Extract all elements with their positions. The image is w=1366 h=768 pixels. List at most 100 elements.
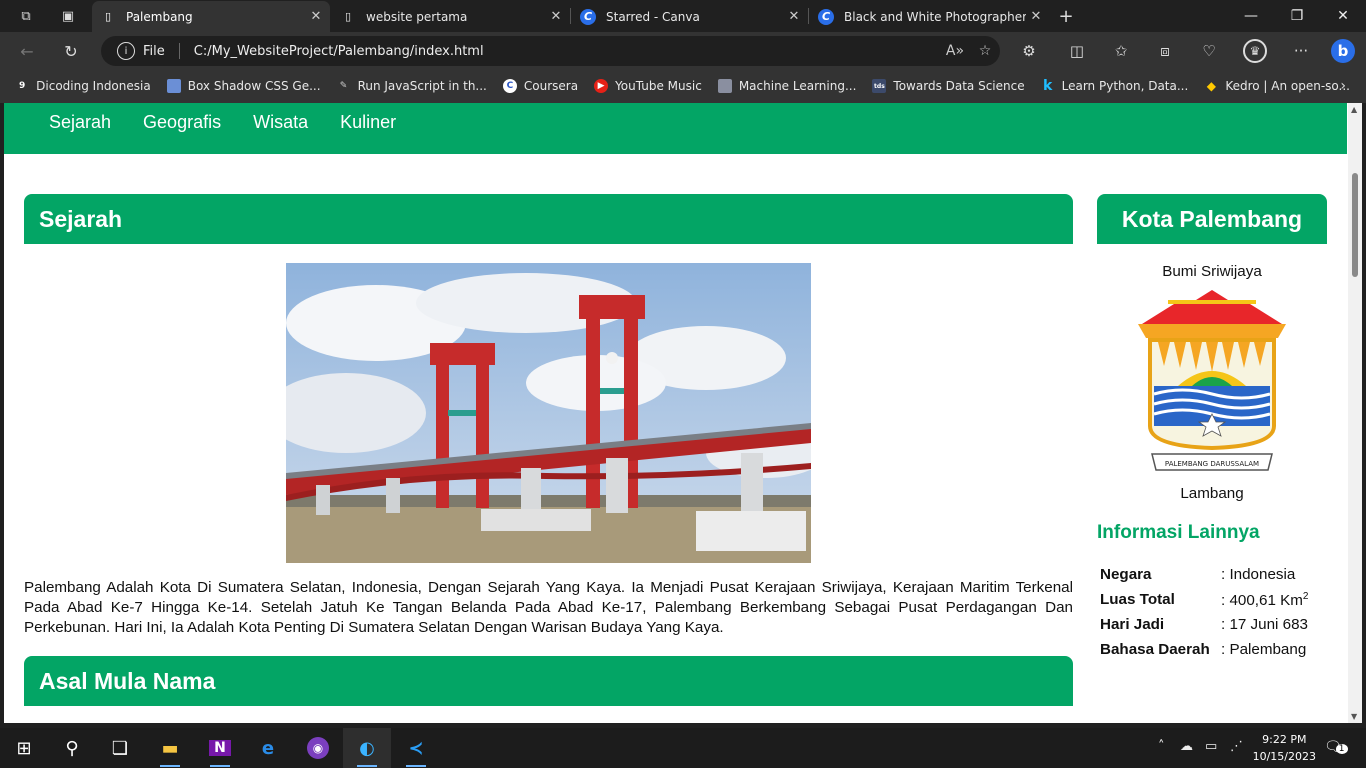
collections-icon[interactable]: ⧈: [1153, 39, 1177, 63]
bookmark-label: Coursera: [523, 79, 579, 93]
close-tab-icon[interactable]: ✕: [784, 9, 804, 24]
site-navbar: Sejarah Geografis Wisata Kuliner: [4, 103, 1347, 154]
bookmark-item[interactable]: tds Towards Data Science: [872, 79, 1025, 93]
info-value: : Indonesia: [1221, 566, 1296, 583]
favorite-star-icon[interactable]: ☆: [970, 43, 1000, 59]
bookmarks-bar: 9 Dicoding Indonesia Box Shadow CSS Ge...…: [0, 69, 1366, 103]
browser-essentials-icon[interactable]: ♡: [1197, 39, 1221, 63]
page-icon: ▯: [104, 10, 112, 23]
onenote-icon[interactable]: N: [196, 728, 244, 768]
emblem-caption: Lambang: [1180, 485, 1244, 502]
runjs-icon: ✎: [339, 81, 348, 91]
more-options-icon[interactable]: ···: [1289, 39, 1313, 63]
tab-starred-canva[interactable]: C Starred - Canva ✕: [572, 1, 808, 32]
nav-link-kuliner[interactable]: Kuliner: [340, 112, 396, 133]
bookmark-item[interactable]: C Coursera: [502, 79, 579, 93]
bookmark-item[interactable]: k Learn Python, Data...: [1041, 78, 1188, 94]
canva-icon: C: [580, 8, 596, 25]
tds-icon: tds: [872, 79, 887, 93]
tab-palembang[interactable]: ▯ Palembang ✕: [92, 1, 330, 32]
minimize-button[interactable]: —: [1228, 0, 1274, 32]
info-value: : 400,61 Km2: [1221, 591, 1309, 610]
github-desktop-icon[interactable]: ◉: [294, 728, 342, 768]
section-heading-sejarah: Sejarah: [24, 194, 1073, 244]
bookmark-item[interactable]: 9 Dicoding Indonesia: [15, 79, 151, 93]
start-windows-icon[interactable]: ⊞: [0, 728, 48, 768]
info-value: : Palembang: [1221, 641, 1307, 658]
page-icon: ▯: [344, 10, 352, 23]
vscode-icon[interactable]: ≺: [392, 728, 440, 768]
search-icon[interactable]: ⚲: [48, 728, 96, 768]
workspaces-icon[interactable]: ⧉: [16, 6, 36, 26]
sidebar-heading: Kota Palembang: [1097, 194, 1327, 244]
bookmark-box-icon: [166, 79, 181, 93]
nav-link-sejarah[interactable]: Sejarah: [49, 112, 111, 133]
read-aloud-icon[interactable]: A»: [940, 43, 970, 59]
file-explorer-icon[interactable]: ▬: [146, 728, 194, 768]
notifications-icon[interactable]: 🗨1: [1324, 739, 1348, 755]
favorites-icon[interactable]: ✩: [1109, 39, 1133, 63]
tab-title: Palembang: [126, 9, 193, 24]
task-view-icon[interactable]: ❏: [96, 728, 144, 768]
section-heading-asal-mula-nama: Asal Mula Nama: [24, 656, 1073, 706]
browser-chrome: ⧉ ▣ ▯ Palembang ✕ ▯ website pertama ✕ C …: [0, 0, 1366, 103]
bookmark-label: Box Shadow CSS Ge...: [187, 79, 321, 93]
bookmark-label: Towards Data Science: [893, 79, 1025, 93]
page-scrollbar[interactable]: ▲ ▼: [1348, 103, 1362, 723]
bookmark-item[interactable]: ▶ YouTube Music: [594, 79, 702, 93]
tab-black-white-photographer[interactable]: C Black and White Photographer P ✕: [810, 1, 1050, 32]
show-hidden-icons-icon[interactable]: ˄: [1158, 739, 1165, 754]
tab-title: website pertama: [366, 9, 468, 24]
back-icon[interactable]: ←: [16, 40, 38, 62]
bookmark-item[interactable]: Machine Learning...: [717, 79, 856, 93]
tab-title: Black and White Photographer P: [844, 9, 1026, 24]
refresh-icon[interactable]: ↻: [60, 40, 82, 62]
extensions-icon[interactable]: ⚙: [1017, 39, 1041, 63]
tab-website-pertama[interactable]: ▯ website pertama ✕: [332, 1, 570, 32]
restore-button[interactable]: ❐: [1274, 0, 1320, 32]
onedrive-icon[interactable]: ☁: [1180, 739, 1193, 754]
wifi-icon[interactable]: ⋰: [1230, 739, 1243, 754]
dicoding-icon: 9: [19, 81, 26, 91]
close-tab-icon[interactable]: ✕: [1026, 9, 1046, 24]
nav-link-wisata[interactable]: Wisata: [253, 112, 308, 133]
edge-browser-icon[interactable]: ◐: [343, 728, 391, 768]
edge-legacy-icon[interactable]: e: [244, 728, 292, 768]
info-key: Luas Total: [1100, 591, 1175, 608]
kaggle-icon: k: [1042, 78, 1053, 94]
scrollbar-thumb[interactable]: [1352, 173, 1358, 277]
sidebar-kota-palembang: Kota Palembang Bumi Sriwijaya PALEMBANG …: [1097, 194, 1327, 665]
clock[interactable]: 9:22 PM 10/15/2023: [1253, 731, 1316, 765]
close-window-button[interactable]: ✕: [1320, 0, 1366, 32]
battery-icon[interactable]: ▭: [1205, 739, 1217, 754]
bookmark-item[interactable]: Box Shadow CSS Ge...: [166, 79, 321, 93]
coursera-icon: C: [502, 79, 517, 93]
bookmark-item[interactable]: ◆ Kedro | An open-so...: [1204, 79, 1350, 93]
address-bar[interactable]: i File C:/My_WebsiteProject/Palembang/in…: [101, 36, 1000, 66]
site-info-icon[interactable]: i: [117, 42, 135, 60]
profile-icon[interactable]: ♛: [1243, 39, 1267, 63]
scroll-up-icon[interactable]: ▲: [1351, 105, 1357, 114]
split-screen-icon[interactable]: ◫: [1065, 39, 1089, 63]
tab-actions-icon[interactable]: ▣: [58, 6, 78, 26]
info-key: Bahasa Daerah: [1100, 641, 1210, 658]
address-scheme: File: [143, 43, 165, 59]
new-tab-icon[interactable]: +: [1056, 6, 1076, 27]
copilot-icon[interactable]: b: [1331, 39, 1355, 63]
bookmark-label: Dicoding Indonesia: [36, 79, 151, 93]
close-tab-icon[interactable]: ✕: [546, 9, 566, 24]
ml-icon: [717, 79, 732, 93]
bookmark-label: YouTube Music: [615, 79, 702, 93]
chevron-right-icon[interactable]: ›: [1340, 78, 1346, 94]
main-content: Sejarah Palembang Adalah Kota Di Sumater…: [24, 194, 1073, 706]
palembang-emblem: PALEMBANG DARUSSALAM: [1138, 290, 1286, 471]
bookmark-item[interactable]: ✎ Run JavaScript in th...: [337, 79, 487, 93]
close-tab-icon[interactable]: ✕: [306, 9, 326, 24]
sejarah-paragraph: Palembang Adalah Kota Di Sumatera Selata…: [24, 579, 1073, 636]
kedro-icon: ◆: [1206, 79, 1216, 93]
info-key: Hari Jadi: [1100, 616, 1165, 633]
address-url[interactable]: C:/My_WebsiteProject/Palembang/index.htm…: [194, 44, 940, 59]
scroll-down-icon[interactable]: ▼: [1351, 712, 1357, 721]
info-row: Bahasa Daerah : Palembang: [1099, 640, 1309, 665]
nav-link-geografis[interactable]: Geografis: [143, 112, 221, 133]
